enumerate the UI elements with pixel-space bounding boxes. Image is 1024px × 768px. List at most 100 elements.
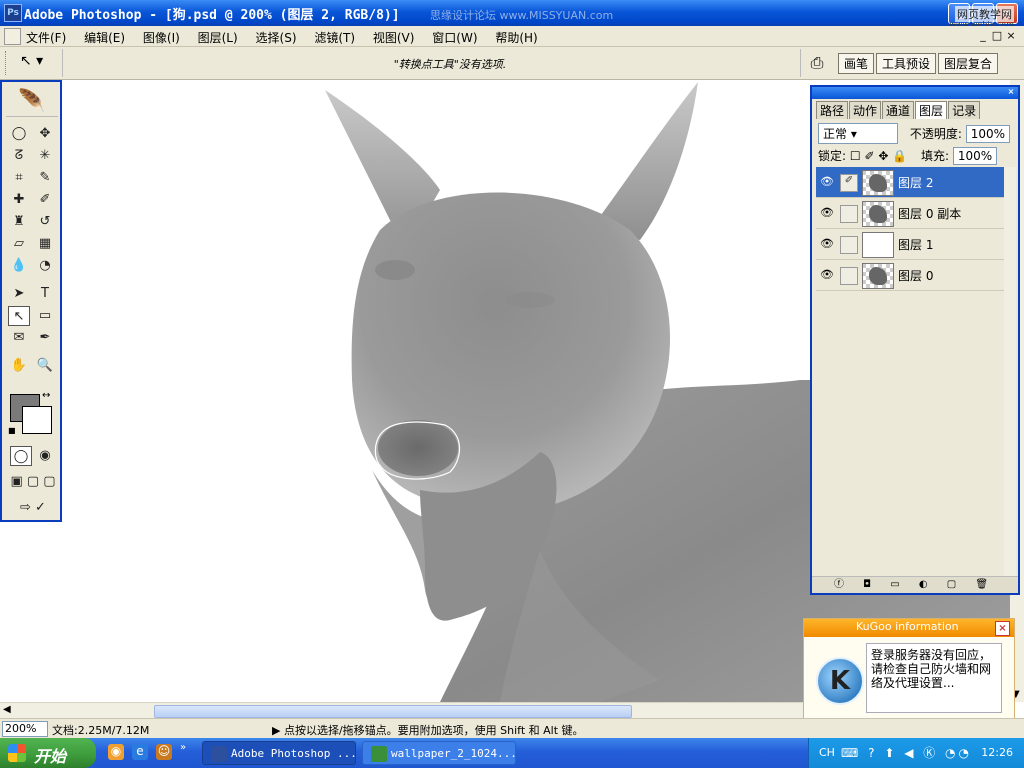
brush-link-icon[interactable]: ✐ <box>840 174 858 192</box>
magic-wand-tool[interactable]: ✳ <box>34 146 56 166</box>
menu-window[interactable]: 窗口(W) <box>432 31 477 45</box>
tab-history[interactable]: 记录 <box>948 101 981 119</box>
document-icon[interactable] <box>4 28 21 45</box>
quicklaunch-more-icon[interactable]: » <box>180 742 186 753</box>
status-bar: 200% 文档:2.25M/7.12M ▶ 点按以选择/拖移锚点。要用附加选项，… <box>0 718 1024 739</box>
status-hint: ▶ 点按以选择/拖移锚点。要用附加选项，使用 Shift 和 Alt 键。 <box>272 724 584 737</box>
menu-edit[interactable]: 编辑(E) <box>84 31 125 45</box>
scroll-left-icon[interactable]: ◀ <box>3 704 11 715</box>
link-box[interactable] <box>840 267 858 285</box>
history-brush-tool[interactable]: ↺ <box>34 212 56 232</box>
crop-tool[interactable]: ⌗ <box>8 168 30 188</box>
blend-mode-select[interactable]: 正常 ▾ <box>818 123 898 144</box>
kugoo-title: KuGoo information <box>856 620 959 633</box>
scroll-thumb[interactable] <box>154 705 632 718</box>
layer-row[interactable]: 👁 图层 0 副本 <box>816 198 1006 229</box>
gradient-tool[interactable]: ▦ <box>34 234 56 254</box>
layer-thumbnail <box>862 170 894 196</box>
doc-minimize-button[interactable]: _ <box>976 29 990 42</box>
file-browser-icon[interactable]: ⎙ <box>806 53 828 73</box>
taskbar-photoshop[interactable]: Adobe Photoshop ... <box>202 741 357 765</box>
layers-scrollbar[interactable] <box>1004 167 1016 577</box>
ie-icon[interactable]: e <box>132 744 148 760</box>
tab-layers[interactable]: 图层 <box>915 101 948 119</box>
link-box[interactable] <box>840 205 858 223</box>
visibility-eye-icon[interactable]: 👁 <box>820 237 834 251</box>
divider <box>800 49 801 77</box>
marquee-tool[interactable]: ◯ <box>8 124 30 144</box>
screen-mode-buttons[interactable]: ▣ ▢ ▢ <box>6 472 60 492</box>
slice-tool[interactable]: ✎ <box>34 168 56 188</box>
layer-row[interactable]: 👁 图层 1 <box>816 229 1006 260</box>
layer-row[interactable]: 👁 图层 0 <box>816 260 1006 291</box>
notes-tool[interactable]: ✉ <box>8 328 30 348</box>
visibility-eye-icon[interactable]: 👁 <box>820 206 834 220</box>
tab-paths[interactable]: 路径 <box>816 101 849 119</box>
tab-tool-presets[interactable]: 工具预设 <box>876 53 937 74</box>
layers-footer-buttons[interactable]: ⓕ ◘ ▭ ◐ ▢ 🗑 <box>812 576 1018 593</box>
jump-to-imageready-button[interactable]: ⇨ ✓ <box>8 498 58 518</box>
adobe-feather-icon[interactable]: 🪶 <box>6 88 58 117</box>
tool-preset-picker[interactable]: ↖ ▾ <box>20 53 54 73</box>
options-grip[interactable] <box>5 51 9 75</box>
quicklaunch-icon[interactable]: ☺ <box>156 744 172 760</box>
healing-tool[interactable]: ✚ <box>8 190 30 210</box>
menu-image[interactable]: 图像(I) <box>143 31 180 45</box>
language-indicator[interactable]: CH <box>819 746 835 759</box>
menu-select[interactable]: 选择(S) <box>256 31 297 45</box>
lasso-tool[interactable]: ᘔ <box>8 146 30 166</box>
menu-help[interactable]: 帮助(H) <box>495 31 537 45</box>
menu-filter[interactable]: 滤镜(T) <box>314 31 355 45</box>
lock-icons[interactable]: ☐ ✐ ✥ 🔒 <box>850 149 907 163</box>
hand-tool[interactable]: ✋ <box>8 356 30 376</box>
convert-point-tool[interactable]: ↖ <box>8 306 30 326</box>
standard-mode-button[interactable]: ◯ <box>10 446 32 466</box>
menu-layer[interactable]: 图层(L) <box>198 31 238 45</box>
watermark-text: 思缘设计论坛 www.MISSYUAN.com <box>430 9 614 22</box>
tray-icons[interactable]: ⌨ ? ⬆ ◀ Ⓚ ◔◔ <box>841 744 972 761</box>
opacity-field[interactable]: 100% <box>965 125 1011 143</box>
shape-tool[interactable]: ▭ <box>34 306 56 326</box>
palette-title-bar[interactable]: × <box>812 87 1018 99</box>
menu-file[interactable]: 文件(F) <box>26 31 66 45</box>
dog-nose <box>378 420 458 476</box>
zoom-field[interactable]: 200% <box>2 721 48 737</box>
doc-close-button[interactable]: × <box>1004 29 1018 42</box>
quick-mask-button[interactable]: ◉ <box>34 446 56 466</box>
eraser-tool[interactable]: ▱ <box>8 234 30 254</box>
layer-thumbnail <box>862 201 894 227</box>
options-message: "转换点工具"没有选项. <box>393 58 507 71</box>
document-size: 文档:2.25M/7.12M <box>52 724 150 737</box>
visibility-eye-icon[interactable]: 👁 <box>820 175 834 189</box>
toolbox: 🪶 ↔ ■ ◯ ◉ ▣ ▢ ▢ ⇨ ✓ ◯ ✥ ᘔ ✳ ⌗ ✎ ✚ ✐ ♜ ↺ ▱ ▦ 💧 ◔ ➤ T ↖ ▭ ✉ ✒… <box>0 80 62 522</box>
move-tool[interactable]: ✥ <box>34 124 56 144</box>
layer-name: 图层 1 <box>898 238 934 252</box>
zoom-tool[interactable]: 🔍 <box>34 356 56 376</box>
start-button[interactable]: 开始 <box>0 738 96 768</box>
stamp-tool[interactable]: ♜ <box>8 212 30 232</box>
taskbar-wallpaper[interactable]: wallpaper_2_1024... <box>362 741 517 765</box>
layer-row[interactable]: 👁 ✐ 图层 2 <box>816 167 1006 198</box>
background-color-swatch[interactable] <box>22 406 52 434</box>
tab-layer-comps[interactable]: 图层复合 <box>938 53 999 74</box>
tab-actions[interactable]: 动作 <box>849 101 882 119</box>
menu-view[interactable]: 视图(V) <box>373 31 415 45</box>
visibility-eye-icon[interactable]: 👁 <box>820 268 834 282</box>
swap-colors-icon[interactable]: ↔ <box>42 390 50 401</box>
tab-brushes[interactable]: 画笔 <box>838 53 875 74</box>
dodge-tool[interactable]: ◔ <box>34 256 56 276</box>
quicklaunch-icon[interactable]: ◉ <box>108 744 124 760</box>
doc-restore-button[interactable]: □ <box>990 29 1004 42</box>
blur-tool[interactable]: 💧 <box>8 256 30 276</box>
eyedropper-tool[interactable]: ✒ <box>34 328 56 348</box>
path-select-tool[interactable]: ➤ <box>8 284 30 304</box>
link-box[interactable] <box>840 236 858 254</box>
palette-close-icon[interactable]: × <box>1006 87 1016 97</box>
tab-channels[interactable]: 通道 <box>882 101 915 119</box>
fill-field[interactable]: 100% <box>952 147 998 165</box>
type-tool[interactable]: T <box>34 284 56 304</box>
photoshop-task-icon <box>211 746 227 762</box>
brush-tool[interactable]: ✐ <box>34 190 56 210</box>
default-colors-icon[interactable]: ■ <box>8 426 16 435</box>
kugoo-close-button[interactable]: × <box>995 621 1010 636</box>
